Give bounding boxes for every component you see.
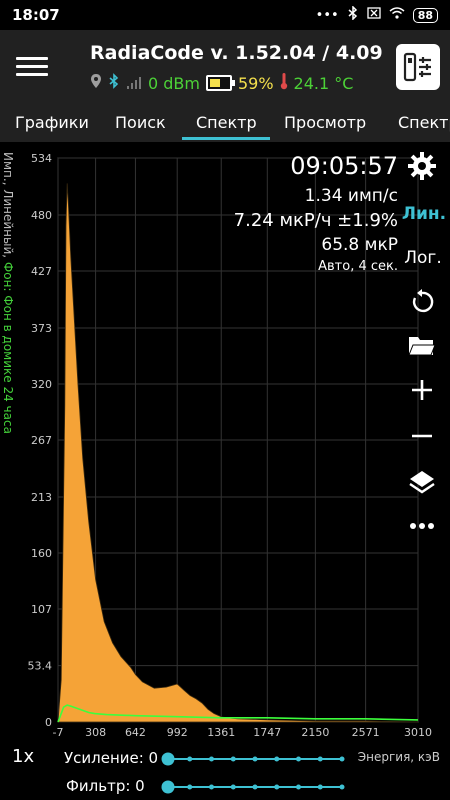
slider-tick — [209, 784, 214, 790]
x-tick-label-7: 2571 — [352, 726, 380, 739]
slider-tick — [274, 784, 280, 790]
linear-scale-button[interactable]: Лин. — [398, 196, 450, 232]
slider-tick — [317, 784, 323, 790]
slider-tick — [230, 784, 236, 790]
battery-icon: 88 — [412, 7, 438, 23]
slider-tick — [209, 756, 214, 762]
menu-button[interactable] — [16, 52, 48, 84]
more-options-button[interactable] — [402, 508, 442, 544]
open-file-button[interactable] — [402, 328, 442, 364]
minus-icon — [412, 434, 432, 438]
settings-button[interactable] — [402, 148, 442, 184]
count-rate: 1.34 имп/с — [304, 186, 398, 206]
slider-tick — [187, 784, 193, 790]
tab-graphs[interactable]: Графики — [15, 113, 89, 132]
measurement-time: 09:05:57 — [290, 152, 398, 180]
y-tick-label-2: 107 — [31, 603, 52, 616]
x-tick-label-0: -7 — [53, 726, 64, 739]
y-tick-label-6: 320 — [31, 378, 52, 391]
y-tick-label-9: 480 — [31, 209, 52, 222]
signal-bars-icon — [126, 74, 142, 93]
slider-thumb[interactable] — [161, 780, 175, 794]
gear-icon — [408, 152, 436, 180]
device-settings-icon — [403, 52, 431, 82]
x-tick-label-5: 1747 — [253, 726, 281, 739]
bluetooth-icon — [108, 73, 120, 93]
refresh-icon — [412, 289, 434, 313]
y-tick-label-8: 427 — [31, 265, 52, 278]
bottom-controls: 1x Усиление: 0 Энергия, кэВ Фильтр: 0 — [0, 742, 450, 800]
bluetooth-icon — [347, 5, 359, 24]
tab-search[interactable]: Поиск — [115, 113, 166, 132]
gain-multiplier[interactable]: 1x — [12, 746, 34, 767]
status-bar: 18:07 ••• 88 — [0, 0, 450, 30]
x-tick-label-8: 3010 — [404, 726, 432, 739]
slider-tick — [317, 756, 323, 762]
x-tick-label-1: 308 — [85, 726, 106, 739]
tab-spectrum-2[interactable]: Спектр — [398, 113, 450, 132]
wifi-icon — [389, 7, 405, 23]
x-tick-label-4: 1361 — [207, 726, 235, 739]
more-dots-icon: ••• — [315, 7, 339, 23]
temperature: 24.1 °C — [293, 73, 354, 93]
zoom-out-button[interactable] — [402, 418, 442, 454]
device-status-line: 0 dBm 59% 24.1 °C — [90, 72, 353, 94]
filter-label: Фильтр: 0 — [66, 777, 145, 795]
folder-icon — [408, 337, 436, 356]
slider-tick — [274, 756, 280, 762]
location-pin-icon — [90, 73, 102, 93]
y-tick-label-3: 160 — [31, 547, 52, 560]
filter-slider[interactable] — [160, 780, 350, 794]
hamburger-icon — [16, 57, 48, 60]
x-tick-label-3: 992 — [167, 726, 188, 739]
gain-label: Усиление: 0 — [64, 749, 159, 767]
plus-icon — [412, 380, 432, 400]
y-tick-label-4: 213 — [31, 491, 52, 504]
slider-tick — [296, 756, 301, 762]
total-dose: 65.8 мкР — [321, 235, 398, 255]
zoom-in-button[interactable] — [402, 372, 442, 408]
signal-strength: 0 dBm — [148, 73, 200, 93]
slider-tick — [230, 756, 236, 762]
tab-view[interactable]: Просмотр — [284, 113, 366, 132]
log-scale-button[interactable]: Лог. — [398, 240, 448, 276]
x-axis-label: Энергия, кэВ — [357, 750, 440, 764]
tab-spectrum[interactable]: Спектр — [196, 113, 257, 132]
slider-tick — [339, 784, 345, 790]
more-icon — [410, 523, 434, 529]
slider-tick — [252, 784, 258, 790]
status-icons: ••• 88 — [315, 5, 438, 24]
layers-button[interactable] — [402, 464, 442, 500]
spectrum-chart[interactable]: 0 53.4 107 160 213 267 320 373 427 480 534 -7 308 642… — [0, 142, 450, 742]
y-tick-label-7: 373 — [31, 322, 52, 335]
y-tick-label-10: 534 — [31, 152, 52, 165]
gain-slider[interactable] — [160, 752, 350, 766]
status-time: 18:07 — [12, 6, 60, 24]
battery-percent: 59% — [237, 73, 274, 93]
app-bar: RadiaCode v. 1.52.04 / 4.09 0 dBm 59% 24… — [0, 30, 450, 106]
close-box-icon — [367, 7, 381, 23]
battery-icon — [205, 75, 235, 91]
slider-tick — [187, 756, 193, 762]
slider-tick — [339, 756, 345, 762]
acquisition-mode: Авто, 4 сек. — [318, 259, 398, 274]
layers-icon — [409, 471, 435, 494]
reset-button[interactable] — [402, 284, 442, 320]
device-settings-button[interactable] — [396, 44, 440, 90]
y-tick-label-0: 0 — [45, 716, 52, 729]
y-tick-label-1: 53.4 — [28, 660, 53, 673]
active-tab-indicator — [182, 137, 270, 140]
app-title: RadiaCode v. 1.52.04 / 4.09 — [90, 42, 383, 64]
x-tick-label-6: 2150 — [301, 726, 329, 739]
thermometer-icon — [280, 72, 288, 94]
y-tick-label-5: 267 — [31, 434, 52, 447]
x-tick-label-2: 642 — [125, 726, 146, 739]
slider-tick — [252, 756, 258, 762]
dose-rate: 7.24 мкР/ч ±1.9% — [233, 210, 398, 231]
slider-thumb[interactable] — [161, 752, 175, 766]
slider-tick — [296, 784, 301, 790]
